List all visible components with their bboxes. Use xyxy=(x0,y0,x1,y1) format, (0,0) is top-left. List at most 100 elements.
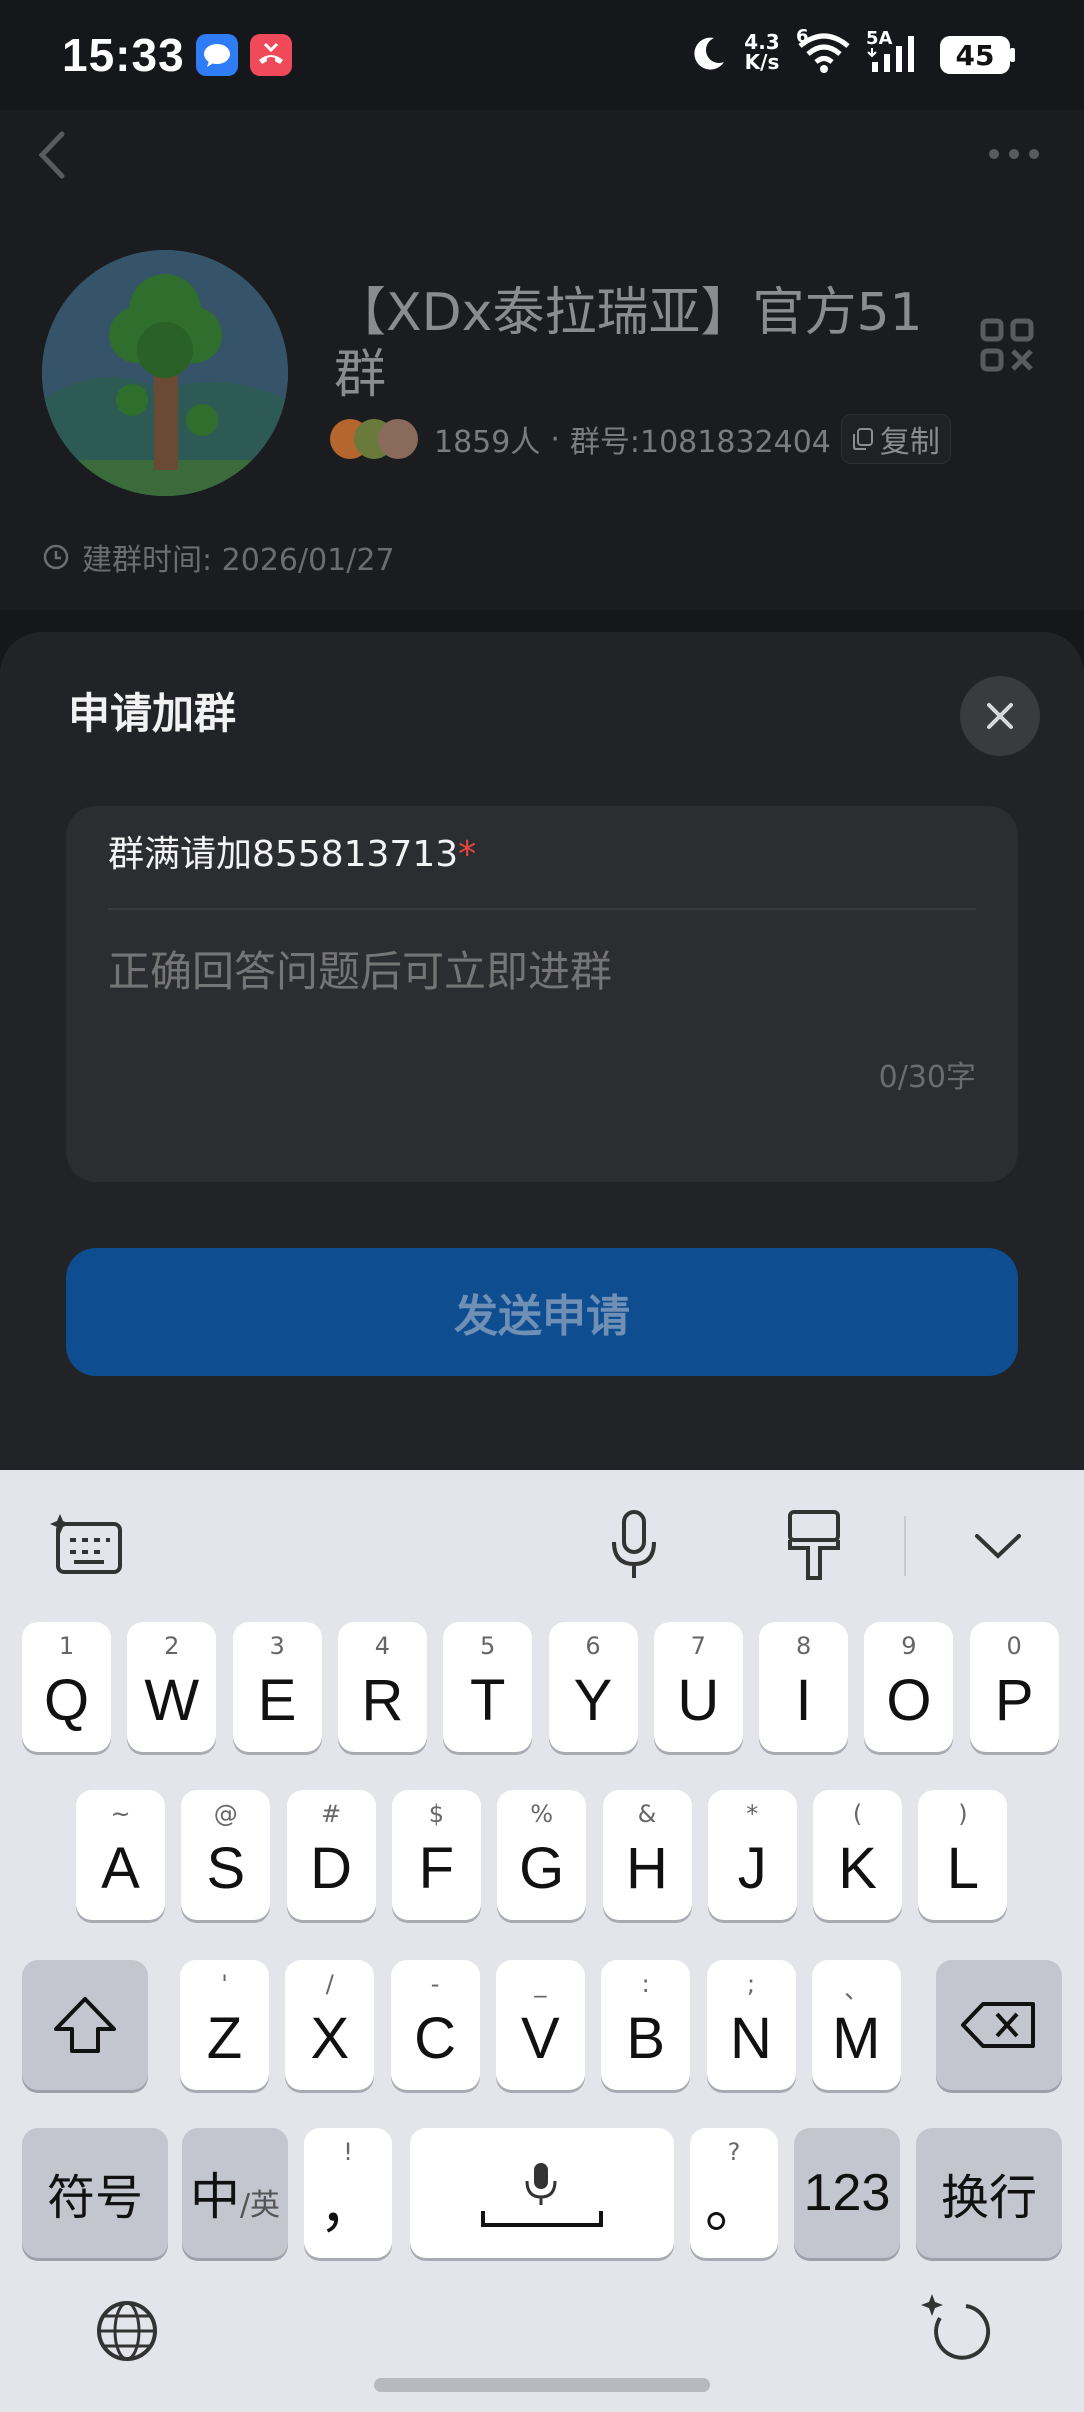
key-label: A xyxy=(101,1836,140,1901)
key-label: Z xyxy=(206,2006,243,2071)
group-id: 群号:1081832404 xyxy=(569,425,831,460)
key-label: D xyxy=(310,1836,353,1901)
language-switch-key[interactable]: 中/英 xyxy=(182,2128,288,2258)
key-e[interactable]: 3E xyxy=(232,1622,322,1752)
required-mark: * xyxy=(458,834,477,875)
key-hint: 、 xyxy=(844,1976,869,2004)
group-title: 【XDx泰拉瑞亚】官方51群 xyxy=(334,283,923,405)
answer-input[interactable] xyxy=(108,948,968,996)
period-key-label: 。 xyxy=(704,2174,763,2239)
key-label: I xyxy=(795,1668,812,1733)
send-request-button[interactable]: 发送申请 xyxy=(66,1248,1018,1376)
key-x[interactable]: / X xyxy=(285,1960,375,2090)
key-s[interactable]: @ S xyxy=(181,1790,271,1920)
signal-icon: 5A xyxy=(866,28,926,80)
key-y[interactable]: 6Y xyxy=(548,1622,638,1752)
shift-key[interactable] xyxy=(22,1960,148,2090)
key-hint: % xyxy=(530,1800,554,1828)
key-l[interactable]: ) L xyxy=(918,1790,1008,1920)
numbers-key[interactable]: 123 xyxy=(794,2128,900,2258)
period-key[interactable]: ? 。 xyxy=(690,2128,778,2258)
keyboard-ai-icon[interactable] xyxy=(48,1500,128,1590)
key-hint: ) xyxy=(958,1800,968,1828)
comma-key-sub: ! xyxy=(343,2138,353,2166)
key-label: G xyxy=(519,1836,565,1901)
toolbar-divider xyxy=(904,1516,906,1576)
battery-icon: 45 xyxy=(940,36,1010,74)
clock-icon xyxy=(43,544,69,570)
moon-icon xyxy=(688,34,728,78)
qr-code-icon[interactable] xyxy=(980,318,1034,372)
net-speed-value: 4.3 xyxy=(744,30,780,54)
key-f[interactable]: $ F xyxy=(391,1790,481,1920)
key-hint: ( xyxy=(852,1800,863,1828)
key-t[interactable]: 5T xyxy=(443,1622,533,1752)
space-mic-icon xyxy=(481,2163,603,2227)
battery-tip xyxy=(1010,48,1015,62)
question-label: 群满请加855813713 xyxy=(108,834,459,875)
language-main-label: 中 xyxy=(189,2168,240,2226)
comma-key-label: ， xyxy=(318,2174,377,2239)
back-icon[interactable] xyxy=(28,120,88,190)
key-r[interactable]: 4R xyxy=(337,1622,427,1752)
key-label: U xyxy=(677,1668,720,1733)
key-label: P xyxy=(994,1668,1034,1733)
key-n[interactable]: ; N xyxy=(706,1960,796,2090)
key-label: O xyxy=(886,1668,932,1733)
key-hint: * xyxy=(746,1800,759,1828)
key-p[interactable]: 0P xyxy=(969,1622,1059,1752)
key-label: L xyxy=(946,1836,980,1901)
key-hint: / xyxy=(325,1970,334,1998)
key-q[interactable]: 1Q xyxy=(22,1622,111,1752)
key-b[interactable]: :B xyxy=(601,1960,691,2090)
key-hint: 1 xyxy=(58,1632,75,1660)
key-j[interactable]: * J xyxy=(707,1790,797,1920)
microphone-icon[interactable] xyxy=(594,1500,674,1590)
globe-icon[interactable] xyxy=(94,2298,162,2366)
key-o[interactable]: 9O xyxy=(864,1622,954,1752)
symbols-key[interactable]: 符号 xyxy=(22,2128,168,2258)
key-d[interactable]: # D xyxy=(286,1790,376,1920)
key-hint: $ xyxy=(428,1800,445,1828)
close-icon xyxy=(987,703,1013,729)
key-hint: 2 xyxy=(164,1632,180,1660)
comma-key[interactable]: ! ， xyxy=(304,2128,392,2258)
key-i[interactable]: 8I xyxy=(759,1622,849,1752)
net-speed: 4.3 K/s xyxy=(742,32,782,72)
paintbrush-icon[interactable] xyxy=(774,1500,854,1590)
keyboard xyxy=(0,1470,1084,2412)
copy-icon xyxy=(852,428,873,450)
key-label: F xyxy=(418,1836,455,1901)
key-hint: # xyxy=(321,1800,342,1828)
missed-call-icon xyxy=(250,34,292,76)
key-hint: 6 xyxy=(585,1632,601,1660)
meta-separator: · xyxy=(550,421,560,457)
group-avatar[interactable] xyxy=(42,250,288,496)
enter-key[interactable]: 换行 xyxy=(916,2128,1062,2258)
key-label: N xyxy=(730,2006,772,2071)
key-hint: @ xyxy=(213,1800,238,1828)
key-h[interactable]: & H xyxy=(602,1790,692,1920)
more-options-icon[interactable] xyxy=(984,136,1044,172)
question-text: 群满请加855813713* xyxy=(108,830,476,880)
key-label: T xyxy=(469,1668,506,1733)
key-a[interactable]: ~ A xyxy=(76,1790,165,1920)
key-c[interactable]: -C xyxy=(390,1960,480,2090)
ai-refresh-icon[interactable] xyxy=(918,2290,998,2370)
close-button[interactable] xyxy=(960,676,1040,756)
space-key[interactable] xyxy=(410,2128,674,2258)
key-k[interactable]: (K xyxy=(813,1790,903,1920)
backspace-key[interactable] xyxy=(936,1960,1062,2090)
collapse-keyboard-icon[interactable] xyxy=(958,1500,1038,1590)
key-m[interactable]: 、 M xyxy=(811,1960,901,2090)
wifi-label: 6 xyxy=(796,26,809,47)
key-w[interactable]: 2W xyxy=(127,1622,217,1752)
key-v[interactable]: _ V xyxy=(495,1960,585,2090)
key-label: B xyxy=(626,2006,666,2071)
key-g[interactable]: % G xyxy=(497,1790,587,1920)
key-hint: & xyxy=(637,1800,657,1828)
home-indicator[interactable] xyxy=(374,2378,710,2392)
key-u[interactable]: 7U xyxy=(653,1622,743,1752)
copy-button[interactable]: 复制 xyxy=(840,414,951,464)
key-z[interactable]: ' Z xyxy=(180,1960,269,2090)
